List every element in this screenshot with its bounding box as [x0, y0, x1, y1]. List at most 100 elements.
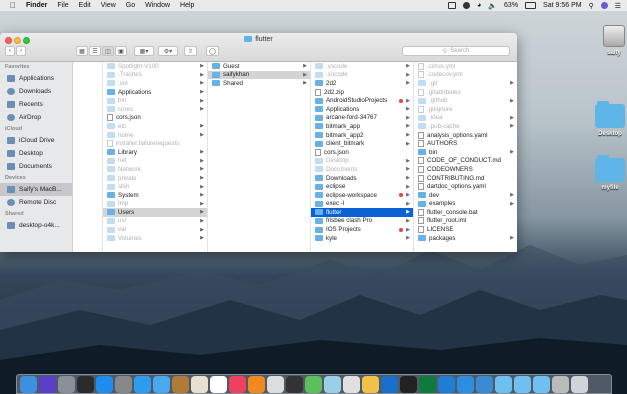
- list-item[interactable]: .pub-cache ▶: [414, 122, 517, 131]
- list-item[interactable]: System ▶: [103, 191, 207, 200]
- battery-percent[interactable]: 63%: [504, 2, 518, 9]
- sidebar-item-remote-disc[interactable]: Remote Disc: [0, 196, 72, 209]
- list-item[interactable]: Users ▶: [103, 208, 207, 217]
- apple-menu-icon[interactable]: : [6, 1, 20, 10]
- folder-icon[interactable]: [495, 375, 512, 393]
- list-item[interactable]: IOS Projects ▶: [311, 225, 413, 234]
- list-item[interactable]: bin ▶: [103, 96, 207, 105]
- preview-icon[interactable]: [324, 375, 341, 393]
- list-item[interactable]: dartdoc_options.yaml: [414, 182, 517, 191]
- list-item[interactable]: flutter_console.bat: [414, 208, 517, 217]
- icon-view-button[interactable]: ▦: [76, 46, 88, 56]
- list-item[interactable]: arcane-ford-34767 ▶: [311, 114, 413, 123]
- menu-go[interactable]: Go: [126, 2, 135, 9]
- menu-view[interactable]: View: [101, 2, 116, 9]
- activity-icon[interactable]: [400, 375, 417, 393]
- launchpad-icon[interactable]: [58, 375, 75, 393]
- list-item[interactable]: .git ▶: [414, 79, 517, 88]
- screen-icon[interactable]: [457, 375, 474, 393]
- list-item[interactable]: usr ▶: [103, 217, 207, 226]
- list-item[interactable]: CODEOWNERS: [414, 165, 517, 174]
- menu-file[interactable]: File: [57, 2, 68, 9]
- back-button[interactable]: ‹: [5, 46, 15, 56]
- list-item[interactable]: frisbee clash Pro ▶: [311, 217, 413, 226]
- gallery-view-button[interactable]: ▣: [115, 46, 127, 56]
- siri-icon[interactable]: [39, 375, 56, 393]
- list-item[interactable]: CONTRIBUTING.md: [414, 174, 517, 183]
- volume-icon[interactable]: 🔈: [488, 2, 497, 10]
- list-item[interactable]: 2d2 ▶: [311, 79, 413, 88]
- list-item[interactable]: exec -l ▶: [311, 200, 413, 209]
- list-item[interactable]: Volumes ▶: [103, 234, 207, 243]
- list-item[interactable]: kyle ▶: [311, 234, 413, 243]
- list-item[interactable]: cors.json: [311, 148, 413, 157]
- battery-icon[interactable]: [525, 2, 537, 9]
- wifi-icon[interactable]: ◕: [477, 2, 481, 9]
- music-icon[interactable]: [229, 375, 246, 393]
- sidebar-item-desktop[interactable]: Desktop: [0, 147, 72, 160]
- sidebar-item-shared-desktop[interactable]: desktop-o4k...: [0, 219, 72, 232]
- menu-help[interactable]: Help: [180, 2, 194, 9]
- app-store-icon[interactable]: [96, 375, 113, 393]
- photos-icon[interactable]: [191, 375, 208, 393]
- mail-icon[interactable]: [153, 375, 170, 393]
- list-item[interactable]: bitmark_app ▶: [311, 122, 413, 131]
- finder-icon[interactable]: [20, 375, 37, 393]
- list-item[interactable]: analysis_options.yaml: [414, 131, 517, 140]
- sidebar-item-downloads[interactable]: Downloads: [0, 85, 72, 98]
- chrome2-icon[interactable]: [343, 375, 360, 393]
- list-item[interactable]: Desktop ▶: [311, 157, 413, 166]
- dashboard-icon[interactable]: [286, 375, 303, 393]
- list-item[interactable]: .vscode ▶: [311, 62, 413, 71]
- menu-edit[interactable]: Edit: [79, 2, 91, 9]
- list-item[interactable]: CODE_OF_CONDUCT.md: [414, 157, 517, 166]
- list-item[interactable]: LICENSE: [414, 225, 517, 234]
- list-view-button[interactable]: ☰: [89, 46, 101, 56]
- list-item[interactable]: .cirrus.yml: [414, 62, 517, 71]
- menubar-clock[interactable]: Sat 9:56 PM: [543, 2, 582, 9]
- list-item[interactable]: tmp ▶: [103, 200, 207, 209]
- sidebar-item-recents[interactable]: Recents: [0, 98, 72, 111]
- list-item[interactable]: .vol ▶: [103, 79, 207, 88]
- column-view-button[interactable]: ◫: [102, 46, 114, 56]
- safari-icon[interactable]: [134, 375, 151, 393]
- list-item[interactable]: flutter ▶: [311, 208, 413, 217]
- photos2-icon[interactable]: [362, 375, 379, 393]
- doc-icon[interactable]: [552, 375, 569, 393]
- list-item[interactable]: Library ▶: [103, 148, 207, 157]
- menu-app-finder[interactable]: Finder: [26, 2, 47, 9]
- desktop-folder-desktop[interactable]: Desktop: [590, 101, 627, 137]
- list-item[interactable]: home ▶: [103, 131, 207, 140]
- books-icon[interactable]: [248, 375, 265, 393]
- chrome-icon[interactable]: [267, 375, 284, 393]
- list-item[interactable]: Guest ▶: [208, 62, 310, 71]
- xcode-icon[interactable]: [381, 375, 398, 393]
- list-item[interactable]: .codecov.yml: [414, 71, 517, 80]
- mission-control-icon[interactable]: [77, 375, 94, 393]
- list-item[interactable]: bin ▶: [414, 148, 517, 157]
- tag-button[interactable]: ◯: [206, 46, 219, 56]
- action-button[interactable]: ⚙▾: [158, 46, 178, 56]
- list-item[interactable]: saifykhan ▶: [208, 70, 310, 80]
- list-item[interactable]: 2d2.zip: [311, 88, 413, 97]
- list-item[interactable]: bitmark_app2 ▶: [311, 131, 413, 140]
- list-item[interactable]: Applications ▶: [103, 88, 207, 97]
- list-item[interactable]: Shared ▶: [208, 79, 310, 88]
- sidebar-item-applications[interactable]: Applications: [0, 72, 72, 85]
- trash-icon[interactable]: [571, 375, 588, 393]
- list-item[interactable]: eclipse ▶: [311, 182, 413, 191]
- list-item[interactable]: var ▶: [103, 225, 207, 234]
- vm-icon[interactable]: [476, 375, 493, 393]
- vscode-icon[interactable]: [438, 375, 455, 393]
- list-item[interactable]: cors.json: [103, 114, 207, 123]
- maps-icon[interactable]: [305, 375, 322, 393]
- list-item[interactable]: Documents ▶: [311, 165, 413, 174]
- desktop-folder-myfile[interactable]: myfile: [590, 155, 627, 191]
- list-item[interactable]: Network ▶: [103, 165, 207, 174]
- siri-icon[interactable]: [600, 2, 608, 9]
- list-item[interactable]: packages ▶: [414, 234, 517, 243]
- list-item[interactable]: Applications ▶: [311, 105, 413, 114]
- list-item[interactable]: cores ▶: [103, 105, 207, 114]
- group-button[interactable]: ▦▾: [134, 46, 154, 56]
- menu-window[interactable]: Window: [145, 2, 170, 9]
